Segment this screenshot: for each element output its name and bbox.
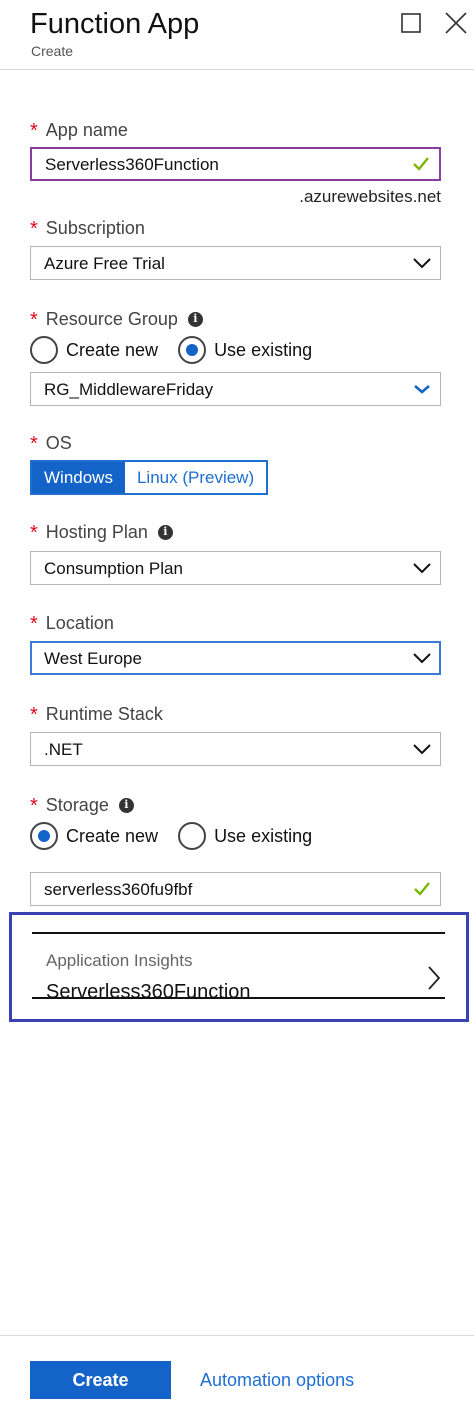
resource-group-dropdown[interactable]: RG_MiddlewareFriday (30, 372, 441, 406)
chevron-down-icon (412, 558, 432, 578)
check-icon (412, 879, 432, 899)
hosting-plan-value: Consumption Plan (44, 559, 183, 578)
radio-icon (30, 336, 58, 364)
blade-header: Function App Create (0, 0, 474, 70)
subscription-label: * Subscription (30, 218, 145, 240)
required-marker: * (30, 433, 38, 455)
page-subtitle: Create (31, 43, 74, 59)
divider (32, 932, 445, 934)
app-name-label: * App name (30, 120, 128, 142)
chevron-down-icon (412, 253, 432, 273)
required-marker: * (30, 704, 38, 726)
subscription-dropdown[interactable]: Azure Free Trial (30, 246, 441, 280)
runtime-stack-dropdown[interactable]: .NET (30, 732, 441, 766)
footer-divider (0, 1335, 474, 1336)
required-marker: * (30, 522, 38, 544)
required-marker: * (30, 120, 38, 142)
storage-use-existing-radio[interactable]: Use existing (178, 822, 312, 850)
storage-create-new-radio[interactable]: Create new (30, 822, 158, 850)
hosting-plan-label: * Hosting Plan i (30, 521, 173, 544)
chevron-down-icon (412, 739, 432, 759)
application-insights-value: Serverless360Function (46, 981, 251, 1003)
maximize-icon[interactable] (398, 10, 424, 36)
os-option-linux[interactable]: Linux (Preview) (124, 462, 267, 493)
info-icon[interactable]: i (157, 524, 173, 540)
chevron-right-icon (426, 965, 442, 991)
required-marker: * (30, 613, 38, 635)
info-icon[interactable]: i (118, 797, 134, 813)
application-insights-section[interactable]: Application Insights Serverless360Functi… (9, 912, 469, 1022)
storage-label: * Storage i (30, 794, 134, 817)
chevron-down-icon (412, 379, 432, 399)
storage-radio-group: Create new Use existing (30, 821, 332, 851)
required-marker: * (30, 309, 38, 331)
os-option-windows[interactable]: Windows (32, 462, 125, 493)
resource-group-create-new-radio[interactable]: Create new (30, 336, 158, 364)
resource-group-radio-group: Create new Use existing (30, 335, 332, 365)
subscription-value: Azure Free Trial (44, 254, 165, 273)
check-icon (411, 154, 431, 174)
os-toggle: Windows Linux (Preview) (30, 460, 269, 495)
divider (32, 997, 445, 999)
storage-input[interactable]: serverless360fu9fbf (30, 872, 441, 906)
runtime-stack-label: * Runtime Stack (30, 704, 163, 726)
required-marker: * (30, 218, 38, 240)
required-marker: * (30, 795, 38, 817)
runtime-stack-value: .NET (44, 740, 83, 759)
radio-selected-icon (178, 336, 207, 364)
location-label: * Location (30, 613, 114, 635)
create-button[interactable]: Create (30, 1361, 171, 1399)
os-label: * OS (30, 433, 72, 455)
domain-suffix: .azurewebsites.net (299, 187, 441, 206)
resource-group-use-existing-radio[interactable]: Use existing (178, 336, 312, 364)
radio-selected-icon (30, 822, 58, 850)
resource-group-label: * Resource Group i (30, 308, 203, 331)
chevron-down-icon (412, 648, 432, 668)
automation-options-link[interactable]: Automation options (200, 1370, 354, 1391)
storage-value: serverless360fu9fbf (44, 880, 193, 899)
close-icon[interactable] (443, 10, 469, 36)
info-icon[interactable]: i (187, 311, 203, 327)
app-name-input[interactable]: Serverless360Function (30, 147, 441, 181)
location-dropdown[interactable]: West Europe (30, 641, 441, 675)
application-insights-label: Application Insights (46, 951, 193, 970)
hosting-plan-dropdown[interactable]: Consumption Plan (30, 551, 441, 585)
page-title: Function App (30, 8, 200, 40)
resource-group-value: RG_MiddlewareFriday (44, 380, 214, 399)
app-name-value: Serverless360Function (45, 155, 219, 174)
radio-icon (178, 822, 207, 850)
location-value: West Europe (44, 649, 142, 668)
